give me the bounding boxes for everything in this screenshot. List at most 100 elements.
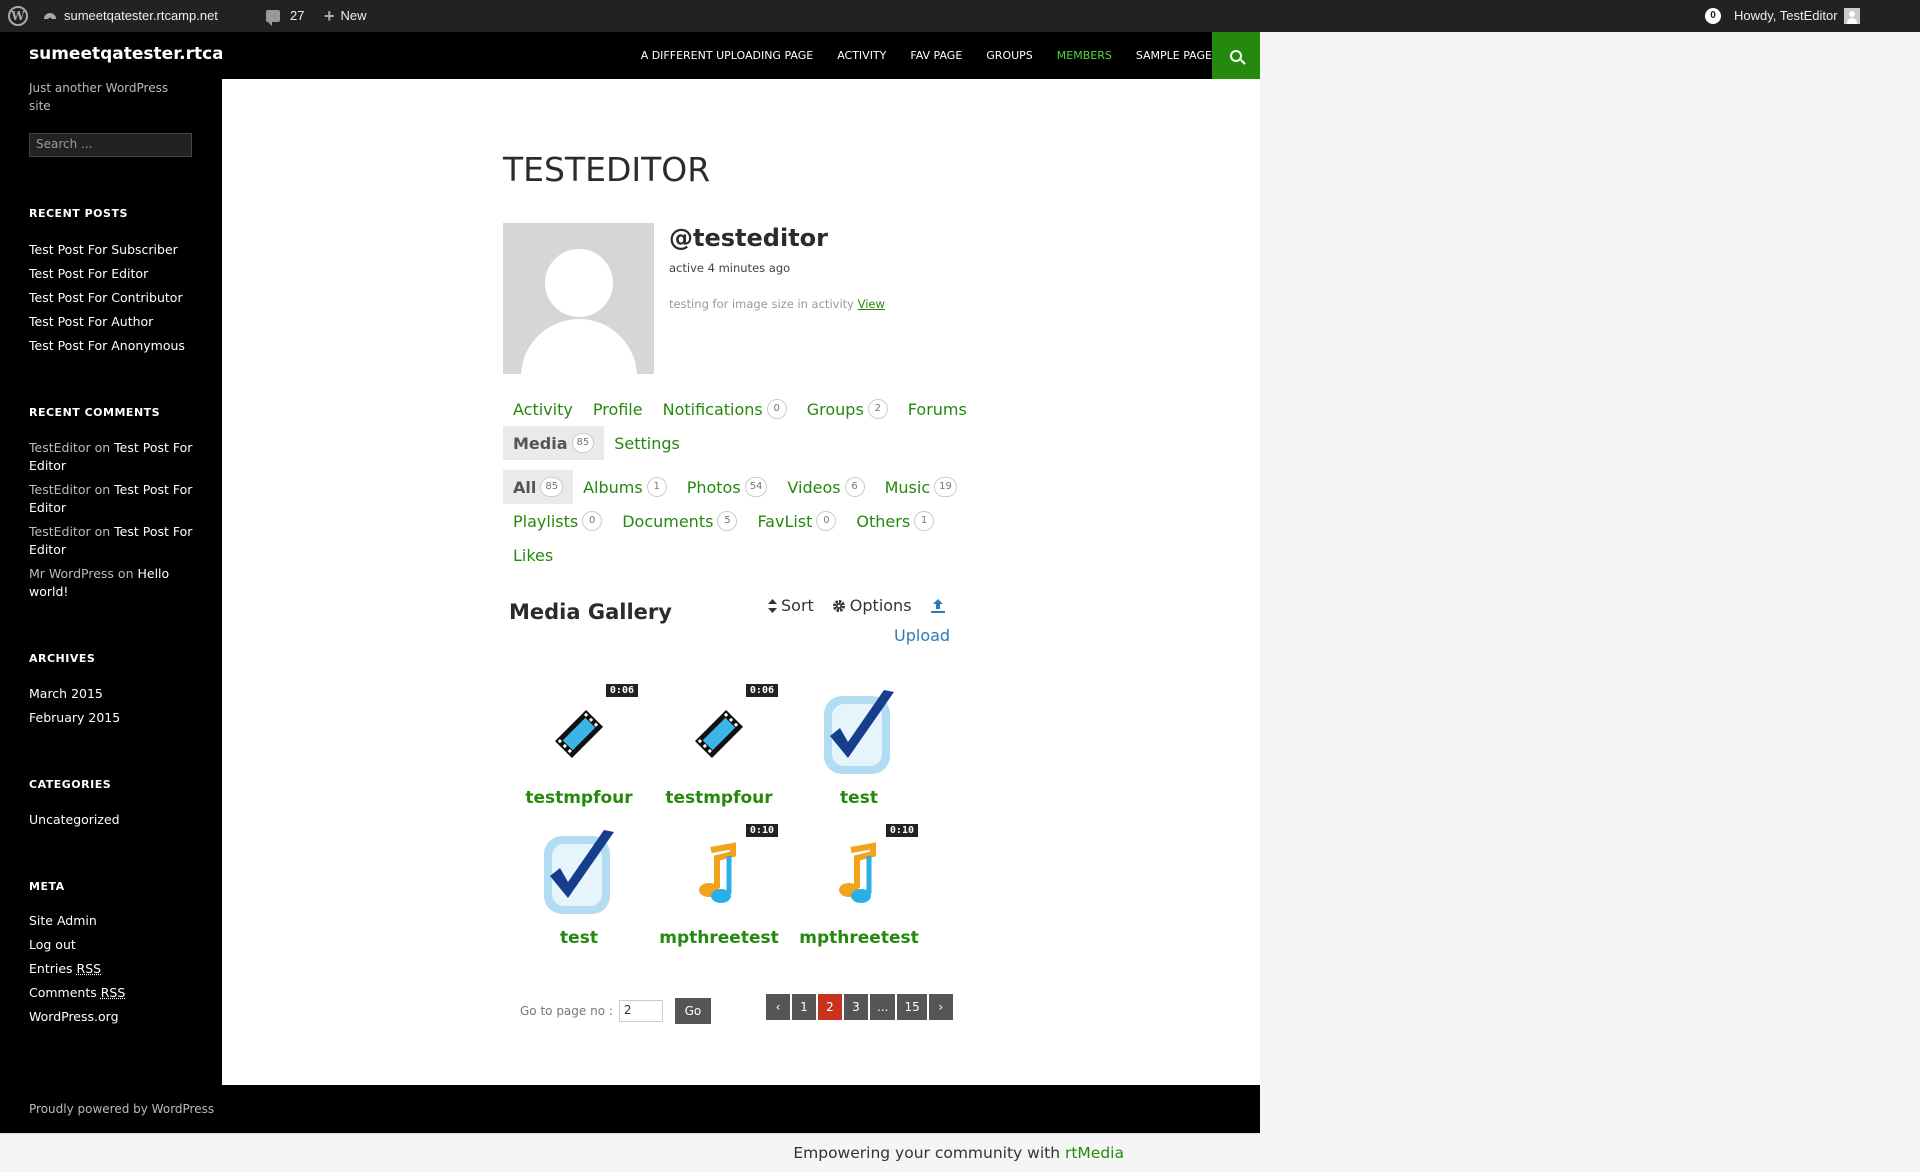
media-duration: 0:06 — [745, 684, 778, 697]
admin-notifications[interactable]: 0 — [1705, 0, 1721, 32]
media-tab-photos[interactable]: Photos 54 — [677, 470, 778, 504]
comment-author[interactable]: Mr WordPress — [29, 566, 114, 581]
nav-item-sample-page[interactable]: SAMPLE PAGE — [1136, 49, 1212, 62]
page-link[interactable]: 15 — [897, 994, 927, 1020]
film-icon — [694, 709, 744, 759]
recent-comments-title: RECENT COMMENTS — [29, 406, 161, 419]
page-ellipsis: ... — [870, 994, 896, 1020]
next-page-button[interactable]: › — [928, 994, 953, 1020]
media-title[interactable]: testmpfour — [649, 788, 789, 808]
archive-link[interactable]: March 2015 — [29, 682, 199, 706]
comment-item: TestEditor on Test Post For Editor — [29, 523, 199, 559]
prev-page-button[interactable]: ‹ — [766, 994, 790, 1020]
media-tab-favlist[interactable]: FavList 0 — [747, 504, 846, 538]
video-thumbnail — [669, 684, 769, 784]
media-tab-music[interactable]: Music 19 — [875, 470, 967, 504]
film-icon — [554, 709, 604, 759]
comments-rss-link[interactable]: Comments RSS — [29, 981, 199, 1005]
tab-media[interactable]: Media 85 — [503, 426, 605, 460]
tab-label: Media — [513, 433, 568, 453]
media-tab-others[interactable]: Others 1 — [846, 504, 944, 538]
nav-item-groups[interactable]: GROUPS — [986, 49, 1033, 62]
media-item[interactable]: 0:06 testmpfour — [509, 684, 649, 824]
media-item[interactable]: test — [509, 824, 649, 964]
media-item[interactable]: test — [789, 684, 929, 824]
media-tab-all[interactable]: All 85 — [503, 470, 574, 504]
admin-new-link[interactable]: + New — [324, 0, 367, 32]
recent-post-link[interactable]: Test Post For Author — [29, 310, 199, 334]
wordpress-logo-icon[interactable]: W — [8, 0, 28, 32]
tab-label: Others — [856, 511, 911, 531]
page-link[interactable]: 1 — [792, 994, 816, 1020]
latest-update-view-link[interactable]: View — [858, 297, 885, 311]
nav-item-fav-page[interactable]: FAV PAGE — [910, 49, 962, 62]
sort-button[interactable]: Sort — [768, 596, 814, 615]
admin-account-menu[interactable]: Howdy, TestEditor — [1734, 0, 1860, 32]
comment-author[interactable]: TestEditor — [29, 440, 91, 455]
image-thumbnail — [529, 824, 629, 924]
rtmedia-link[interactable]: rtMedia — [1065, 1144, 1124, 1162]
gear-icon — [832, 599, 845, 612]
media-title[interactable]: test — [789, 788, 929, 808]
tab-groups[interactable]: Groups 2 — [797, 392, 898, 426]
member-avatar[interactable] — [503, 223, 654, 374]
admin-site-link[interactable]: sumeetqatester.rtcamp.net — [42, 0, 218, 32]
tab-label: Activity — [513, 399, 573, 419]
tab-label: Groups — [806, 399, 864, 419]
nav-item-activity[interactable]: ACTIVITY — [837, 49, 886, 62]
admin-comments-link[interactable]: 27 — [266, 0, 304, 32]
comment-author[interactable]: TestEditor — [29, 482, 91, 497]
comment-item: TestEditor on Test Post For Editor — [29, 481, 199, 517]
go-button[interactable]: Go — [674, 998, 711, 1024]
media-tab-likes[interactable]: Likes — [503, 538, 563, 572]
meta-title: META — [29, 880, 65, 893]
tab-notifications[interactable]: Notifications 0 — [653, 392, 797, 426]
media-item[interactable]: 0:10 mpthreetest — [649, 824, 789, 964]
sidebar-search-input[interactable]: Search ... — [29, 133, 192, 157]
category-link[interactable]: Uncategorized — [29, 808, 199, 832]
tab-profile[interactable]: Profile — [583, 392, 653, 426]
search-toggle-button[interactable] — [1212, 32, 1260, 79]
page-title: TESTEDITOR — [503, 150, 711, 189]
upload-icon[interactable] — [930, 598, 946, 614]
site-admin-link[interactable]: Site Admin — [29, 909, 199, 933]
archive-link[interactable]: February 2015 — [29, 706, 199, 730]
tab-activity[interactable]: Activity — [503, 392, 583, 426]
tab-label: Notifications — [662, 399, 763, 419]
media-tab-playlists[interactable]: Playlists 0 — [503, 504, 612, 538]
page-link[interactable]: 3 — [844, 994, 868, 1020]
media-item[interactable]: 0:10 mpthreetest — [789, 824, 929, 964]
checkmark-icon — [824, 690, 894, 774]
media-item[interactable]: 0:06 testmpfour — [649, 684, 789, 824]
media-title[interactable]: testmpfour — [509, 788, 649, 808]
media-duration: 0:06 — [605, 684, 638, 697]
powered-by-link[interactable]: Proudly powered by WordPress — [29, 1102, 214, 1116]
media-title[interactable]: test — [509, 928, 649, 948]
current-page[interactable]: 2 — [818, 994, 842, 1020]
media-title[interactable]: mpthreetest — [649, 928, 789, 948]
tab-forums[interactable]: Forums — [898, 392, 977, 426]
tab-settings[interactable]: Settings — [604, 426, 690, 460]
media-tab-albums[interactable]: Albums 1 — [573, 470, 677, 504]
nav-item-members[interactable]: MEMBERS — [1057, 49, 1112, 62]
recent-post-link[interactable]: Test Post For Anonymous — [29, 334, 199, 358]
wordpress-org-link[interactable]: WordPress.org — [29, 1005, 199, 1029]
upload-button[interactable]: Upload — [894, 626, 950, 645]
media-title[interactable]: mpthreetest — [789, 928, 929, 948]
page-number-input[interactable]: 2 — [618, 1000, 663, 1022]
comment-author[interactable]: TestEditor — [29, 524, 91, 539]
media-tab-videos[interactable]: Videos 6 — [777, 470, 874, 504]
comment-icon — [266, 10, 280, 26]
options-button[interactable]: Options — [832, 596, 912, 615]
nav-item-uploading-page[interactable]: A DIFFERENT UPLOADING PAGE — [641, 49, 814, 62]
howdy-text: Howdy, TestEditor — [1734, 8, 1838, 23]
recent-post-link[interactable]: Test Post For Contributor — [29, 286, 199, 310]
music-note-icon — [839, 842, 876, 903]
tab-count: 0 — [766, 399, 787, 419]
media-tab-documents[interactable]: Documents 5 — [612, 504, 747, 538]
entries-rss-link[interactable]: Entries RSS — [29, 957, 199, 981]
recent-post-link[interactable]: Test Post For Editor — [29, 262, 199, 286]
log-out-link[interactable]: Log out — [29, 933, 199, 957]
recent-post-link[interactable]: Test Post For Subscriber — [29, 238, 199, 262]
tab-count: 0 — [816, 511, 837, 531]
